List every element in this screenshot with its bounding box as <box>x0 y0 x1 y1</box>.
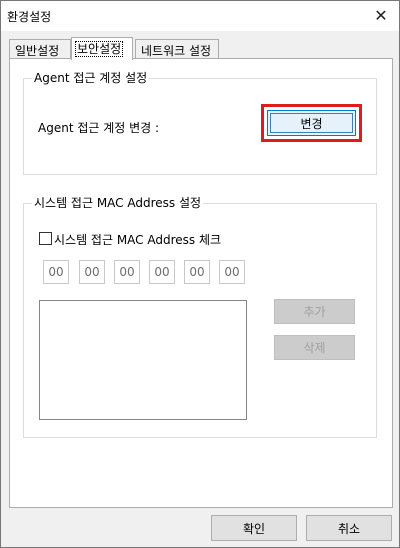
mac-check-checkbox[interactable] <box>39 232 52 245</box>
mac-octet-2-input[interactable]: 00 <box>79 260 105 284</box>
ok-button[interactable]: 확인 <box>211 515 297 541</box>
mac-octet-6-input[interactable]: 00 <box>219 260 245 284</box>
tab-general[interactable]: 일반설정 <box>9 39 71 59</box>
mac-address-list[interactable] <box>39 300 247 420</box>
close-icon[interactable]: ✕ <box>369 4 393 26</box>
agent-account-group-legend: Agent 접근 계정 설정 <box>32 71 150 85</box>
tab-network[interactable]: 네트워크 설정 <box>135 39 219 59</box>
mac-octet-5-input[interactable]: 00 <box>184 260 210 284</box>
mac-octet-1-input[interactable]: 00 <box>43 260 69 284</box>
mac-check-label: 시스템 접근 MAC Address 체크 <box>54 233 222 247</box>
mac-address-group: 시스템 접근 MAC Address 설정 시스템 접근 MAC Address… <box>23 196 377 438</box>
add-mac-button[interactable]: 추가 <box>274 299 355 324</box>
agent-account-change-label: Agent 접근 계정 변경 : <box>38 121 160 135</box>
cancel-button[interactable]: 취소 <box>306 515 392 541</box>
change-account-button[interactable]: 변경 <box>267 110 356 136</box>
delete-mac-button[interactable]: 삭제 <box>274 335 355 360</box>
title-bar: 환경설정 ✕ <box>1 1 399 31</box>
agent-account-group: Agent 접근 계정 설정 Agent 접근 계정 변경 : 변경 <box>23 71 377 175</box>
window-title: 환경설정 <box>7 10 52 24</box>
security-tab-panel: Agent 접근 계정 설정 Agent 접근 계정 변경 : 변경 시스템 접… <box>9 58 393 508</box>
tab-security[interactable]: 보안설정 <box>71 37 133 60</box>
mac-octet-4-input[interactable]: 00 <box>149 260 175 284</box>
settings-dialog: 환경설정 ✕ 일반설정 보안설정 네트워크 설정 Agent 접근 계정 설정 … <box>0 0 400 548</box>
mac-address-group-legend: 시스템 접근 MAC Address 설정 <box>32 196 204 210</box>
mac-octet-3-input[interactable]: 00 <box>114 260 140 284</box>
